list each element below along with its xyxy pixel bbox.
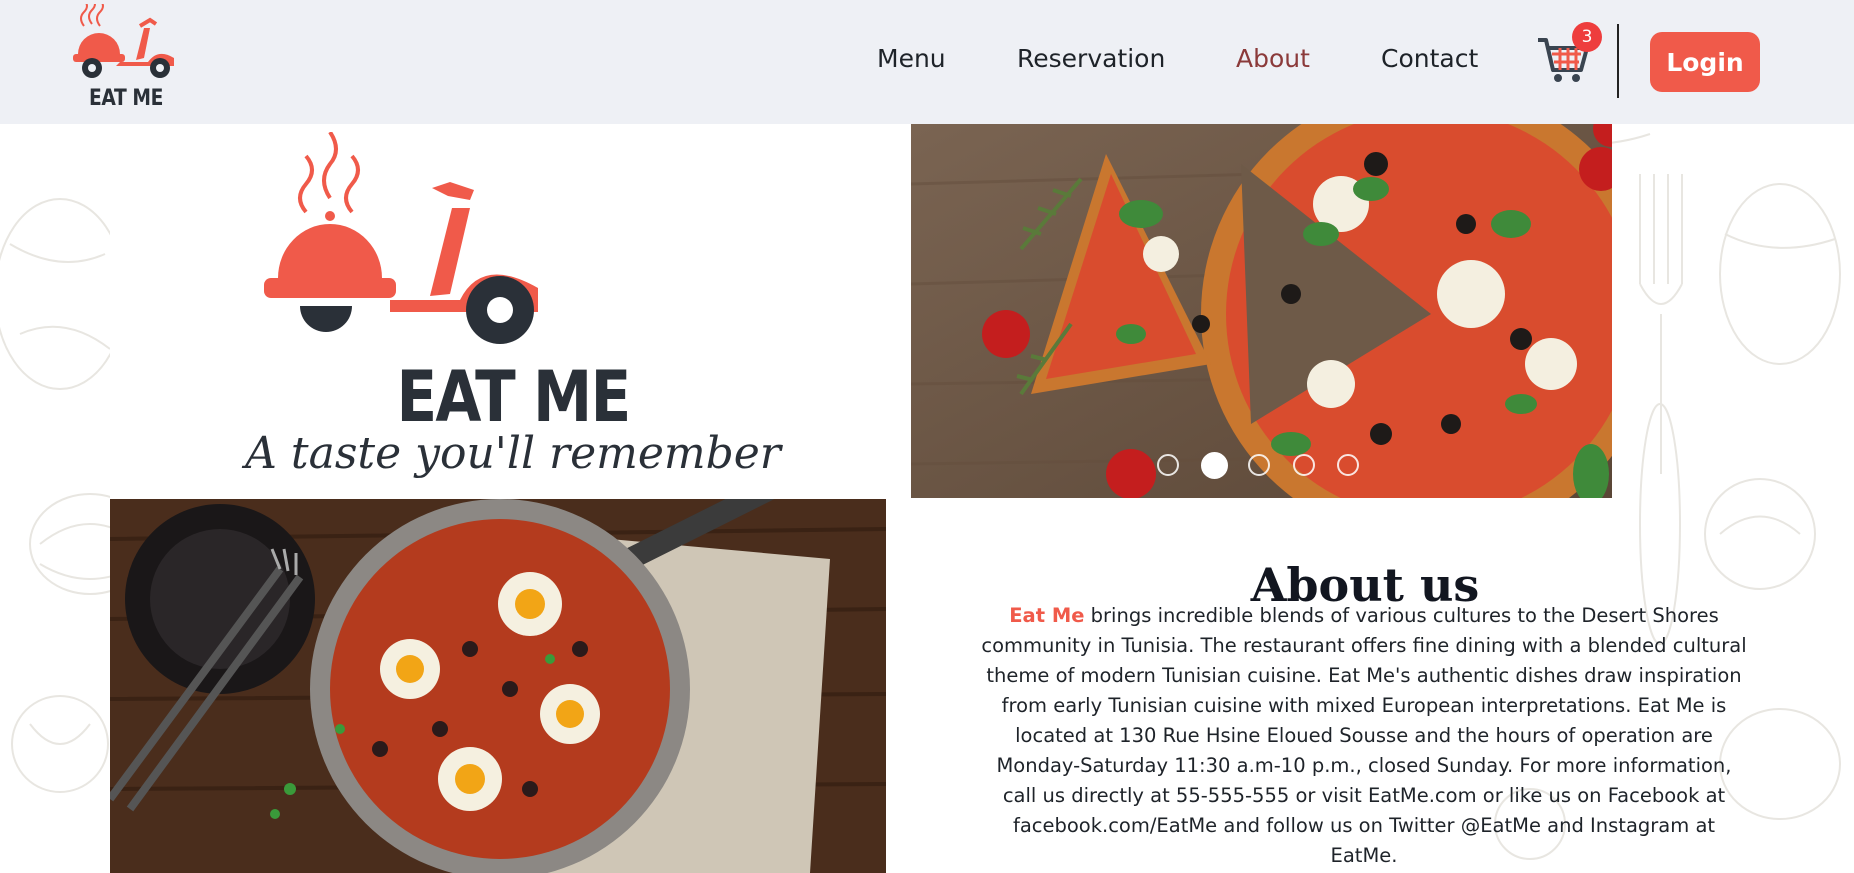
pizza-photo [911, 124, 1612, 498]
shakshuka-photo [110, 499, 886, 873]
nav-about[interactable]: About [1236, 44, 1310, 73]
shakshuka-image [110, 499, 886, 873]
slider-dot-5[interactable] [1337, 454, 1359, 476]
logo-text: EAT ME [89, 86, 163, 111]
about-brand-name: Eat Me [1009, 603, 1085, 627]
header-divider [1617, 24, 1619, 98]
nav-reservation[interactable]: Reservation [1017, 44, 1165, 73]
cart-button[interactable]: 3 [1536, 22, 1602, 84]
brand-title: EAT ME [396, 356, 631, 438]
top-navbar: EAT ME Menu Reservation About Contact 3 … [0, 0, 1854, 124]
nav-menu[interactable]: Menu [877, 44, 946, 73]
slider-dot-4[interactable] [1293, 454, 1315, 476]
slider-dots [1157, 452, 1359, 482]
about-body-text: brings incredible blends of various cult… [981, 603, 1747, 867]
about-description: Eat Me brings incredible blends of vario… [978, 601, 1750, 871]
login-button[interactable]: Login [1650, 32, 1760, 92]
main-content: EAT ME A taste you'll remember About us … [0, 124, 1854, 873]
scooter-logo-large-icon [264, 132, 538, 344]
slider-dot-3[interactable] [1248, 454, 1270, 476]
nav-contact[interactable]: Contact [1381, 44, 1478, 73]
brand-tagline: A taste you'll remember [245, 428, 781, 479]
slider-dot-2[interactable] [1201, 452, 1228, 479]
pizza-image-slider[interactable] [911, 124, 1612, 498]
cart-count-badge: 3 [1572, 22, 1602, 52]
brand-hero: EAT ME A taste you'll remember [110, 124, 886, 499]
slider-dot-1[interactable] [1157, 454, 1179, 476]
